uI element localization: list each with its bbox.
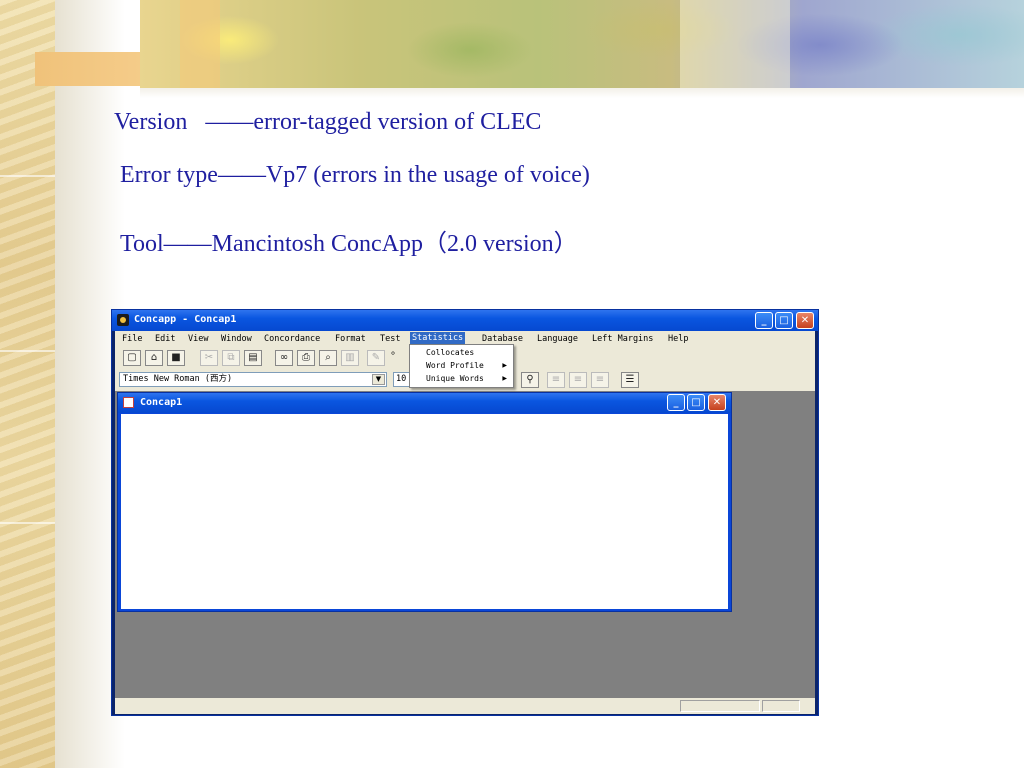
cut-icon[interactable]: ✂ — [200, 350, 218, 366]
close-icon: ✕ — [800, 315, 810, 326]
bullet-list-icon[interactable]: ☰ — [621, 372, 639, 388]
font-size-value: 10 — [396, 374, 407, 384]
minimize-button[interactable]: _ — [755, 312, 773, 329]
status-panel-2 — [762, 700, 800, 712]
chevron-down-icon[interactable]: ▼ — [372, 374, 385, 385]
menu-test[interactable]: Test — [378, 333, 402, 345]
menu-option-word-profile[interactable]: Word Profile — [426, 361, 484, 370]
menu-statistics[interactable]: Statistics — [410, 332, 466, 344]
menu-language[interactable]: Language — [535, 333, 580, 345]
pen-icon[interactable]: ✎ — [367, 350, 385, 366]
menu-option-unique-words[interactable]: Unique Words — [426, 374, 484, 383]
document-text-area[interactable] — [121, 414, 728, 609]
menu-option-collocates[interactable]: Collocates — [426, 348, 474, 357]
status-bar — [115, 698, 815, 714]
slide-line-tool: Tool——Mancintosh ConcApp（2.0 version） — [120, 231, 578, 257]
copy-icon[interactable]: ⧉ — [222, 350, 240, 366]
child-titlebar[interactable]: Concap1 _ □ ✕ — [118, 393, 731, 413]
align-left-icon[interactable]: ≡ — [547, 372, 565, 388]
statistics-dropdown: Collocates Word Profile ▶ Unique Words ▶ — [409, 344, 514, 388]
open-folder-icon[interactable]: ⌂ — [145, 350, 163, 366]
align-right-icon[interactable]: ≡ — [591, 372, 609, 388]
child-maximize-button[interactable]: □ — [687, 394, 705, 411]
resize-grip-icon[interactable] — [802, 700, 814, 712]
close-button[interactable]: ✕ — [796, 312, 814, 329]
menu-file[interactable]: File — [120, 333, 144, 345]
search-tool-icon[interactable]: ° — [389, 350, 397, 366]
menu-edit[interactable]: Edit — [153, 333, 177, 345]
slide-line-version: Version ——error-tagged version of CLEC — [114, 109, 542, 135]
minimize-icon: _ — [761, 315, 767, 326]
align-center-icon[interactable]: ≡ — [569, 372, 587, 388]
highlight-icon[interactable]: ▥ — [341, 350, 359, 366]
document-icon — [123, 397, 134, 408]
save-icon[interactable]: ■ — [167, 350, 185, 366]
font-name-value: Times New Roman (西方) — [123, 374, 233, 384]
maximize-icon: □ — [691, 397, 701, 408]
print-preview-icon[interactable]: ⌕ — [319, 350, 337, 366]
menu-format[interactable]: Format — [333, 333, 368, 345]
submenu-arrow-icon: ▶ — [502, 375, 507, 382]
paste-icon[interactable]: ▤ — [244, 350, 262, 366]
concapp-icon — [117, 314, 129, 326]
minimize-icon: _ — [673, 397, 679, 408]
concap1-window: Concap1 _ □ ✕ — [117, 392, 732, 612]
zoom-tool-icon[interactable]: ⚲ — [521, 372, 539, 388]
status-panel-1 — [680, 700, 760, 712]
menu-window[interactable]: Window — [219, 333, 254, 345]
child-minimize-button[interactable]: _ — [667, 394, 685, 411]
find-icon[interactable]: ∞ — [275, 350, 293, 366]
menu-view[interactable]: View — [186, 333, 210, 345]
maximize-button[interactable]: □ — [775, 312, 793, 329]
child-close-button[interactable]: ✕ — [708, 394, 726, 411]
menu-help[interactable]: Help — [666, 333, 690, 345]
app-title: Concapp - Concap1 — [134, 314, 237, 325]
font-name-select[interactable]: Times New Roman (西方) ▼ — [119, 372, 387, 387]
print-icon[interactable]: ⎙ — [297, 350, 315, 366]
app-titlebar[interactable]: Concapp - Concap1 _ □ ✕ — [112, 310, 818, 331]
menu-concordance[interactable]: Concordance — [262, 333, 322, 345]
slide-line-error-type: Error type——Vp7 (errors in the usage of … — [120, 162, 590, 188]
close-icon: ✕ — [712, 397, 722, 408]
top-decor-banner — [140, 0, 1024, 88]
submenu-arrow-icon: ▶ — [502, 362, 507, 369]
banner-shadow — [140, 88, 1024, 98]
left-decor-strip — [0, 0, 55, 768]
new-file-icon[interactable]: ▢ — [123, 350, 141, 366]
maximize-icon: □ — [779, 315, 789, 326]
menu-left-margins[interactable]: Left Margins — [590, 333, 655, 345]
child-title: Concap1 — [140, 397, 183, 408]
